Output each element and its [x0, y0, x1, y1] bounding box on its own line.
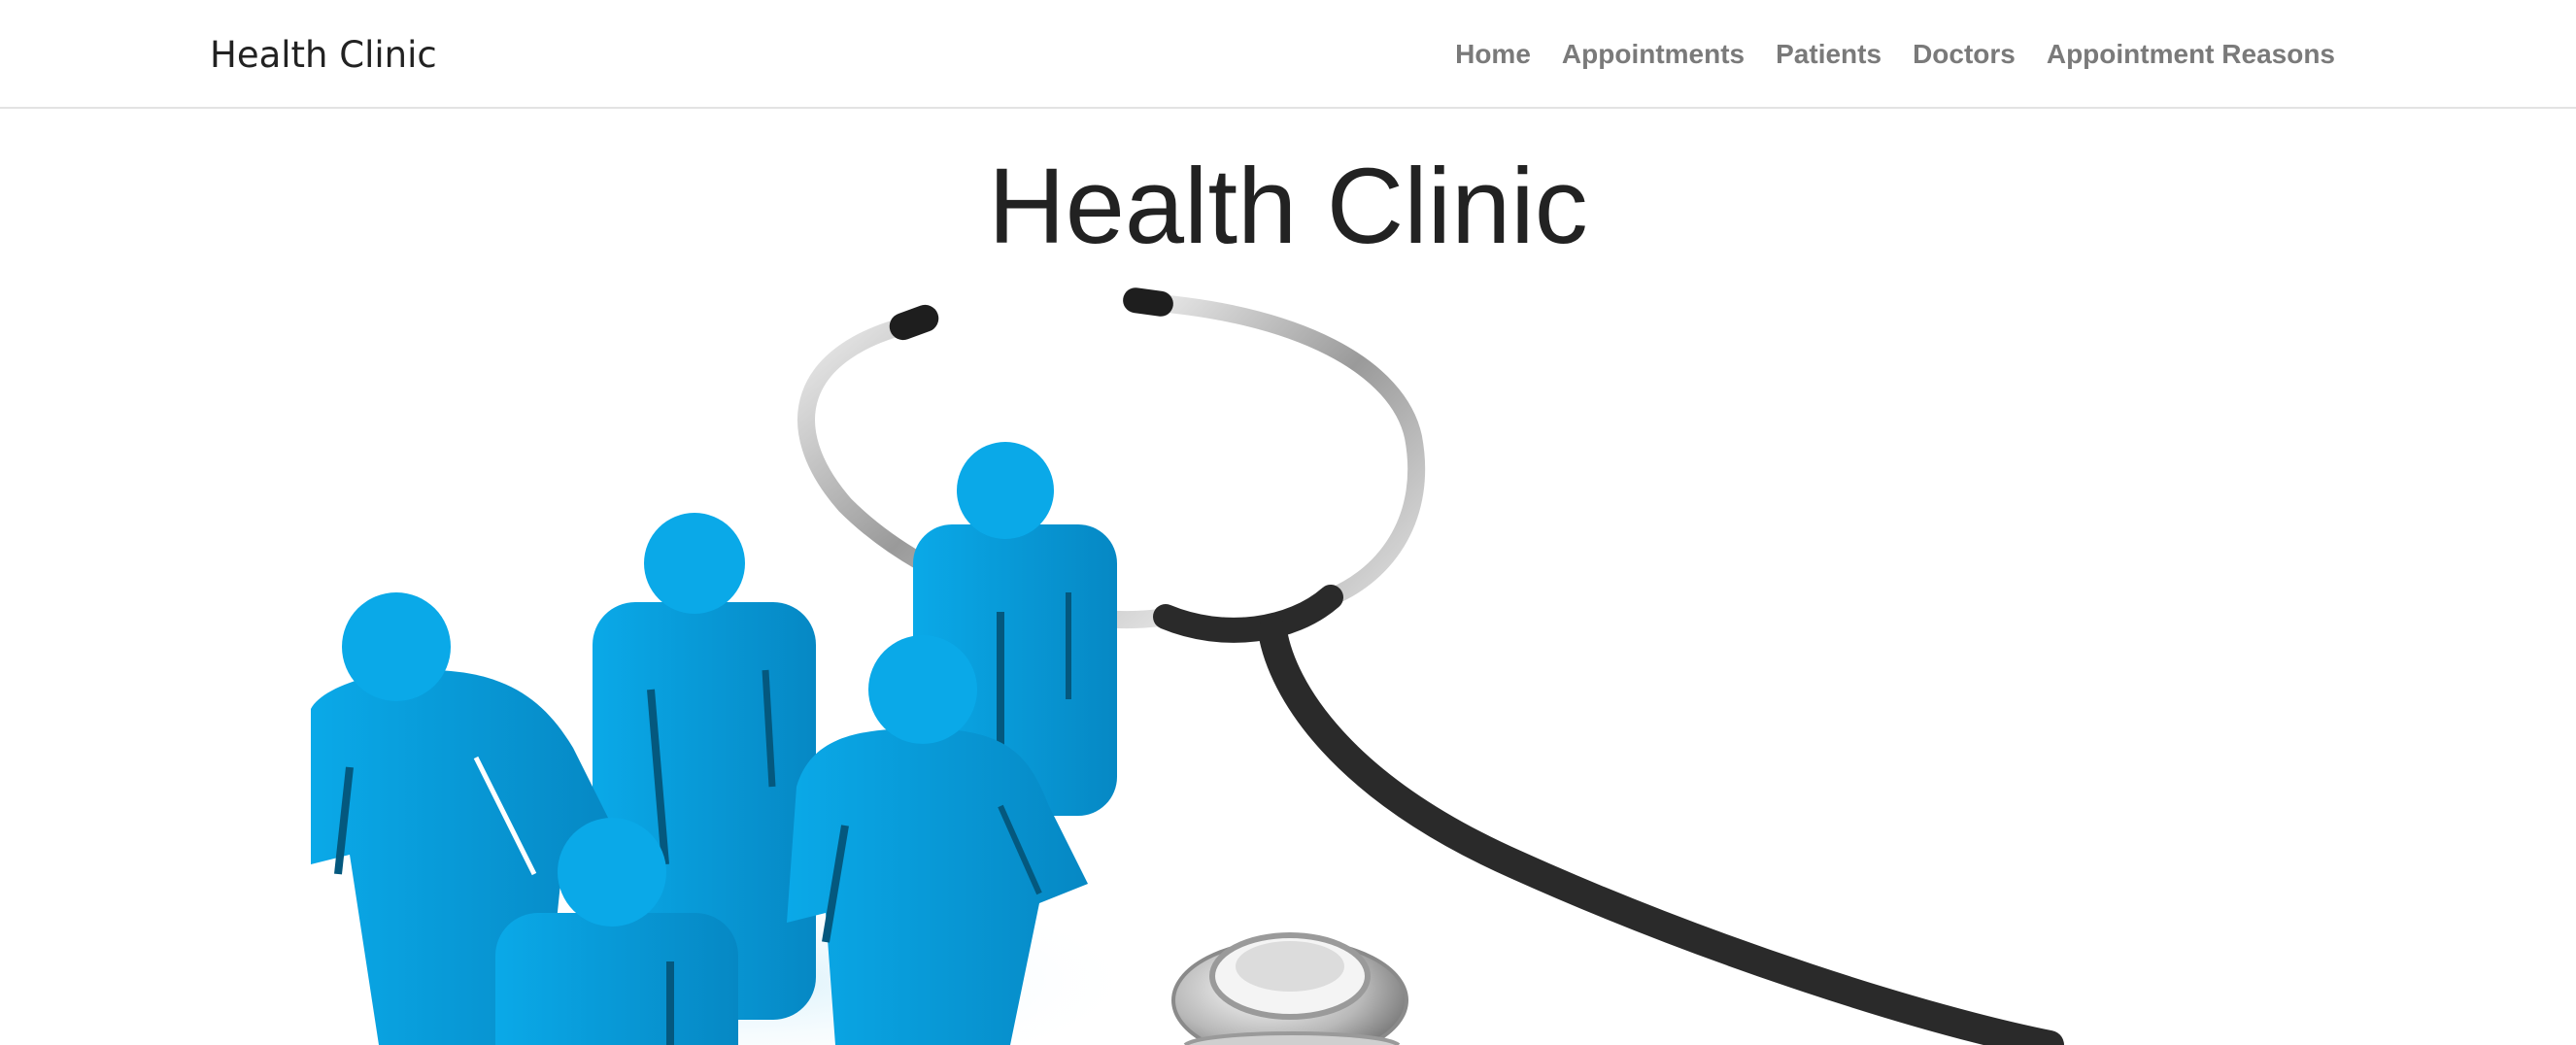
top-navbar: Health Clinic Home Appointments Patients… [0, 0, 2576, 109]
brand-link[interactable]: Health Clinic [210, 31, 437, 80]
nav-appointment-reasons[interactable]: Appointment Reasons [2031, 35, 2351, 74]
hero-image [311, 287, 2064, 1045]
nav-home[interactable]: Home [1440, 35, 1546, 74]
nav-patients[interactable]: Patients [1760, 35, 1897, 74]
page-title: Health Clinic [988, 147, 1588, 266]
nav-menu: Home Appointments Patients Doctors Appoi… [1440, 35, 2351, 74]
people-figures-icon [311, 442, 1117, 1045]
nav-doctors[interactable]: Doctors [1897, 35, 2031, 74]
nav-appointments[interactable]: Appointments [1546, 35, 1760, 74]
